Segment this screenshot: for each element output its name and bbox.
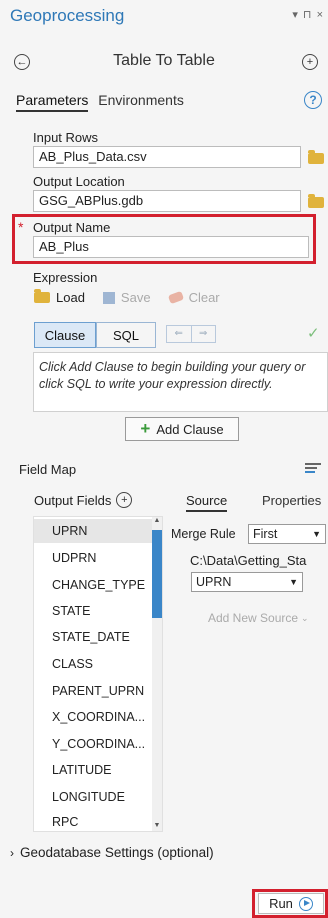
- expression-hint: Click Add Clause to begin building your …: [39, 360, 306, 391]
- move-left-icon[interactable]: ⇐: [167, 326, 192, 342]
- browse-folder-icon[interactable]: [308, 150, 324, 164]
- expression-label: Expression: [33, 270, 98, 285]
- clear-button[interactable]: Clear: [167, 290, 220, 305]
- save-label: Save: [120, 290, 151, 305]
- tab-environments[interactable]: Environments: [98, 92, 184, 108]
- list-item[interactable]: LONGITUDE: [52, 790, 125, 804]
- output-name-label: Output Name: [33, 220, 111, 235]
- tab-properties[interactable]: Properties: [262, 493, 321, 508]
- list-item[interactable]: X_COORDINA...: [52, 710, 145, 724]
- folder-icon: [34, 289, 50, 303]
- merge-rule-value: First: [253, 527, 278, 541]
- list-item[interactable]: STATE: [52, 604, 90, 618]
- list-item[interactable]: UPRN: [52, 524, 87, 538]
- geodatabase-settings-expander[interactable]: › Geodatabase Settings (optional): [10, 845, 214, 860]
- move-right-icon[interactable]: ⇒: [192, 326, 216, 342]
- clear-label: Clear: [188, 290, 220, 305]
- scroll-down-icon[interactable]: ▼: [152, 822, 162, 829]
- list-item[interactable]: RPC: [52, 815, 78, 829]
- play-icon: [298, 896, 313, 911]
- add-new-source-label: Add New Source: [208, 611, 299, 625]
- tab-source[interactable]: Source: [186, 493, 228, 512]
- list-item[interactable]: UDPRN: [52, 551, 96, 565]
- output-fields-label: Output Fields: [34, 492, 112, 508]
- scroll-up-icon[interactable]: ▲: [152, 517, 162, 524]
- save-button[interactable]: Save: [102, 290, 151, 305]
- output-name-field[interactable]: AB_Plus: [33, 236, 309, 258]
- help-icon[interactable]: ?: [304, 91, 322, 109]
- tab-bar: Parameters Environments: [16, 92, 184, 112]
- add-icon[interactable]: +: [302, 54, 318, 70]
- browse-folder-icon[interactable]: [308, 194, 324, 208]
- expression-toolbar: Load Save Clear: [34, 289, 220, 305]
- geoprocessing-pane: Geoprocessing ▾ ⊓ × ← Table To Table + P…: [0, 0, 328, 918]
- save-icon: [102, 291, 115, 304]
- clause-nav-buttons[interactable]: ⇐ ⇒: [166, 325, 216, 343]
- chevron-right-icon: ›: [10, 845, 14, 860]
- tab-parameters[interactable]: Parameters: [16, 92, 89, 112]
- geodatabase-settings-label: Geodatabase Settings (optional): [20, 845, 214, 860]
- add-new-source-button[interactable]: Add New Source ⌄: [208, 611, 309, 625]
- load-label: Load: [56, 290, 85, 305]
- source-path: C:\Data\Getting_Sta: [190, 553, 307, 568]
- input-rows-label: Input Rows: [33, 130, 99, 145]
- required-marker: *: [18, 219, 24, 235]
- add-clause-button[interactable]: + Add Clause: [125, 417, 239, 441]
- sql-toggle[interactable]: SQL: [96, 322, 156, 348]
- chevron-down-icon: ⌄: [301, 612, 309, 623]
- list-item[interactable]: LATITUDE: [52, 763, 112, 777]
- output-location-label: Output Location: [33, 174, 125, 189]
- fields-scroll-thumb[interactable]: [152, 530, 162, 618]
- merge-rule-select[interactable]: First ▼: [248, 524, 326, 544]
- chevron-down-icon: ▼: [312, 529, 321, 539]
- input-rows-field[interactable]: AB_Plus_Data.csv: [33, 146, 301, 168]
- add-clause-label: Add Clause: [156, 421, 224, 437]
- run-button[interactable]: Run: [258, 893, 324, 914]
- list-item[interactable]: PARENT_UPRN: [52, 684, 144, 698]
- list-item[interactable]: CHANGE_TYPE: [52, 578, 145, 592]
- list-item[interactable]: CLASS: [52, 657, 93, 671]
- source-field-value: UPRN: [196, 575, 232, 589]
- output-fields-header: Output Fields +: [34, 492, 133, 508]
- add-field-icon[interactable]: +: [116, 492, 133, 508]
- eraser-icon: [167, 290, 184, 305]
- clause-toggle[interactable]: Clause: [34, 322, 96, 348]
- window-controls[interactable]: ▾ ⊓ ×: [292, 8, 324, 21]
- chevron-down-icon: ▼: [289, 577, 298, 587]
- field-map-label: Field Map: [19, 462, 77, 477]
- tool-title: Table To Table: [113, 52, 215, 69]
- plus-icon: +: [140, 419, 151, 438]
- list-item[interactable]: STATE_DATE: [52, 630, 130, 644]
- source-field-select[interactable]: UPRN ▼: [191, 572, 303, 592]
- merge-rule-label: Merge Rule: [171, 527, 236, 541]
- run-label: Run: [269, 896, 293, 911]
- list-item[interactable]: Y_COORDINA...: [52, 737, 145, 751]
- output-location-field[interactable]: GSG_ABPlus.gdb: [33, 190, 301, 212]
- validate-check-icon[interactable]: ✓: [307, 324, 320, 342]
- field-map-options-icon[interactable]: [305, 461, 321, 475]
- pane-title: Geoprocessing: [10, 6, 125, 25]
- load-button[interactable]: Load: [34, 289, 85, 305]
